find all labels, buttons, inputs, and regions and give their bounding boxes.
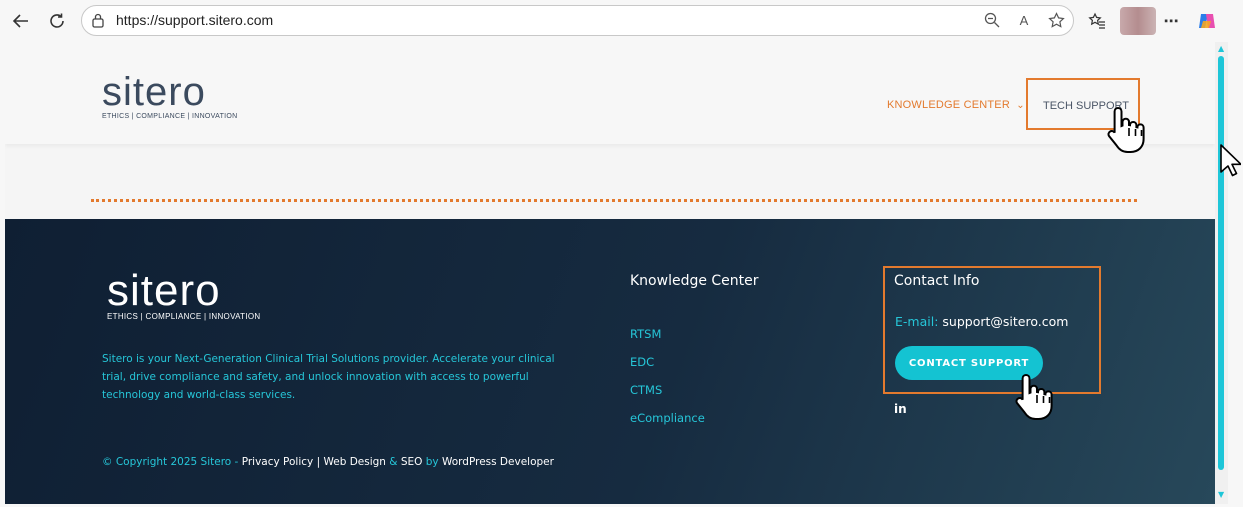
url-text: https://support.sitero.com [116,12,274,28]
chevron-down-icon: ⌄ [1016,100,1025,111]
page-viewport: sitero ETHICS | COMPLIANCE | INNOVATION … [5,42,1215,504]
logo-word: sitero [102,70,206,114]
footer-link-edc[interactable]: EDC [630,355,654,369]
contact-email: E-mail: support@sitero.com [895,314,1068,329]
copyright-sep: | [313,456,324,468]
email-label: E-mail: [895,314,939,329]
more-menu-icon[interactable]: ⋯ [1160,10,1182,32]
footer-description: Sitero is your Next-Generation Clinical … [102,353,555,401]
web-design-link[interactable]: Web Design [323,456,385,468]
copyright-by: by [422,456,442,468]
linkedin-icon[interactable]: in [894,402,907,416]
knowledge-center-heading: Knowledge Center [630,273,759,289]
footer-copyright: © Copyright 2025 Sitero - Privacy Policy… [102,456,554,468]
scroll-thumb[interactable] [1218,56,1224,470]
header-logo[interactable]: sitero ETHICS | COMPLIANCE | INNOVATION [102,72,238,120]
favorite-star-icon[interactable] [1047,11,1065,29]
site-header: sitero ETHICS | COMPLIANCE | INNOVATION … [5,42,1215,144]
contact-support-button[interactable]: CONTACT SUPPORT [895,346,1043,380]
profile-avatar[interactable] [1120,7,1156,35]
read-aloud-icon[interactable]: A [1015,11,1033,29]
dotted-divider [91,199,1137,202]
scroll-down-arrow-icon[interactable]: ▼ [1218,490,1224,499]
copyright-amp: & [385,456,401,468]
zoom-out-icon[interactable] [983,11,1001,29]
copyright-text: © Copyright 2025 Sitero - [102,456,242,468]
nav-knowledge-center[interactable]: KNOWLEDGE CENTER ⌄ [887,99,1025,111]
back-arrow-icon[interactable] [9,9,33,33]
seo-link[interactable]: SEO [401,456,423,468]
nav-tech-support-label: TECH SUPPORT [1043,100,1129,112]
footer-logo-tagline: ETHICS | COMPLIANCE | INNOVATION [107,312,261,321]
page-scrollbar[interactable]: ▲ ▼ [1215,42,1228,504]
footer-link-ecompliance[interactable]: eCompliance [630,411,705,425]
logo-tagline: ETHICS | COMPLIANCE | INNOVATION [102,113,238,120]
copilot-icon[interactable] [1196,10,1218,32]
browser-chrome: https://support.sitero.com A ⋯ [0,0,1243,42]
privacy-policy-link[interactable]: Privacy Policy [242,456,314,468]
footer-logo-word: sitero [107,266,221,315]
favorites-icon[interactable] [1086,10,1108,32]
email-value[interactable]: support@sitero.com [942,314,1068,329]
address-bar[interactable]: https://support.sitero.com A [81,5,1074,36]
lock-icon [91,13,105,32]
footer-link-rtsm[interactable]: RTSM [630,327,661,341]
wordpress-developer-link[interactable]: WordPress Developer [442,456,554,468]
scroll-up-arrow-icon[interactable]: ▲ [1218,44,1224,53]
contact-info-heading: Contact Info [894,273,980,289]
footer-logo[interactable]: sitero ETHICS | COMPLIANCE | INNOVATION [107,269,261,322]
site-footer: sitero ETHICS | COMPLIANCE | INNOVATION … [5,219,1215,504]
nav-tech-support[interactable]: TECH SUPPORT [1026,78,1140,130]
nav-knowledge-center-label: KNOWLEDGE CENTER [887,99,1010,111]
footer-link-ctms[interactable]: CTMS [630,383,662,397]
refresh-icon[interactable] [45,9,69,33]
